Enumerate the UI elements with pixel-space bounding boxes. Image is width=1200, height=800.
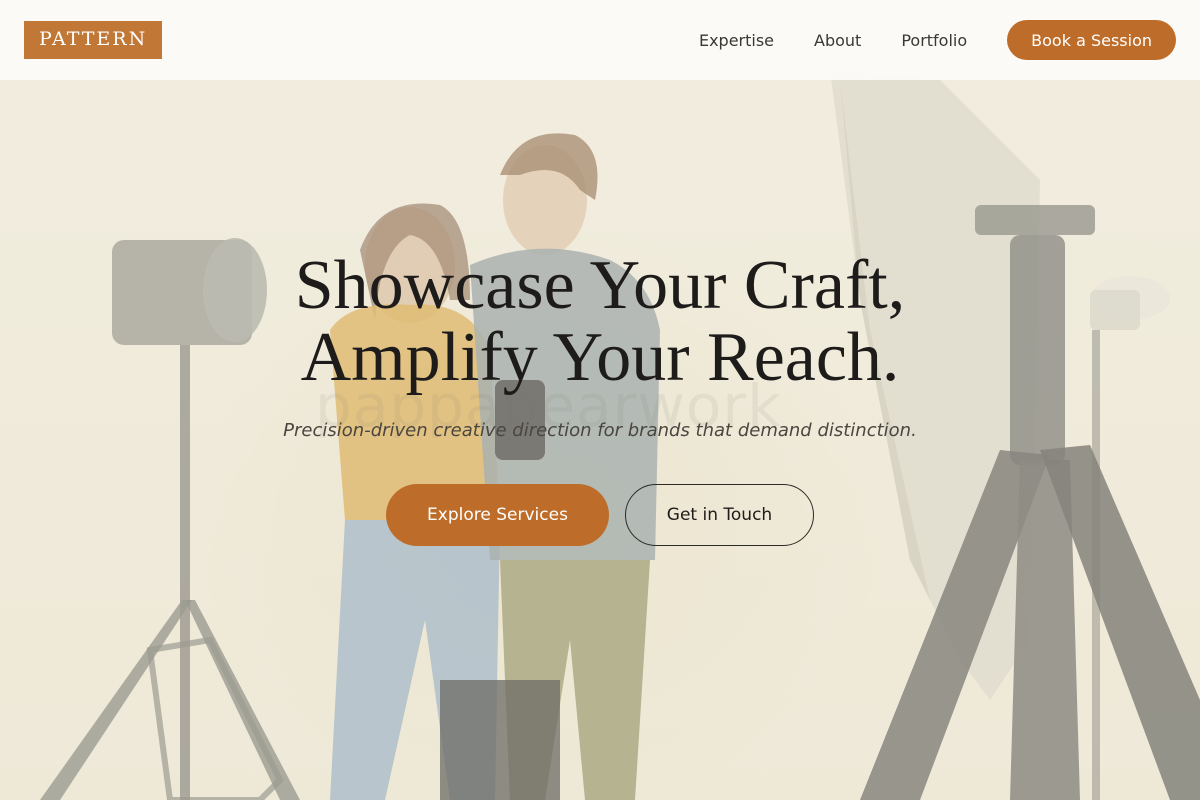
navbar: PATTERN Expertise About Portfolio Book a… [0,0,1200,80]
hero-title-line-1: Showcase Your Craft, [294,247,906,324]
hero-section: Showcase Your Craft, Amplify Your Reach.… [0,250,1200,546]
nav-link-about[interactable]: About [814,31,861,50]
get-in-touch-button[interactable]: Get in Touch [625,484,814,546]
hero-title: Showcase Your Craft, Amplify Your Reach. [0,250,1200,394]
nav-link-expertise[interactable]: Expertise [699,31,774,50]
hero-title-line-2: Amplify Your Reach. [300,319,900,396]
book-session-button[interactable]: Book a Session [1007,20,1176,60]
hero-actions: Explore Services Get in Touch [0,484,1200,546]
main-nav: Expertise About Portfolio Book a Session [699,20,1176,60]
hero-subtitle: Precision-driven creative direction for … [283,420,917,441]
nav-link-portfolio[interactable]: Portfolio [901,31,967,50]
logo[interactable]: PATTERN [24,21,163,59]
explore-services-button[interactable]: Explore Services [386,484,609,546]
